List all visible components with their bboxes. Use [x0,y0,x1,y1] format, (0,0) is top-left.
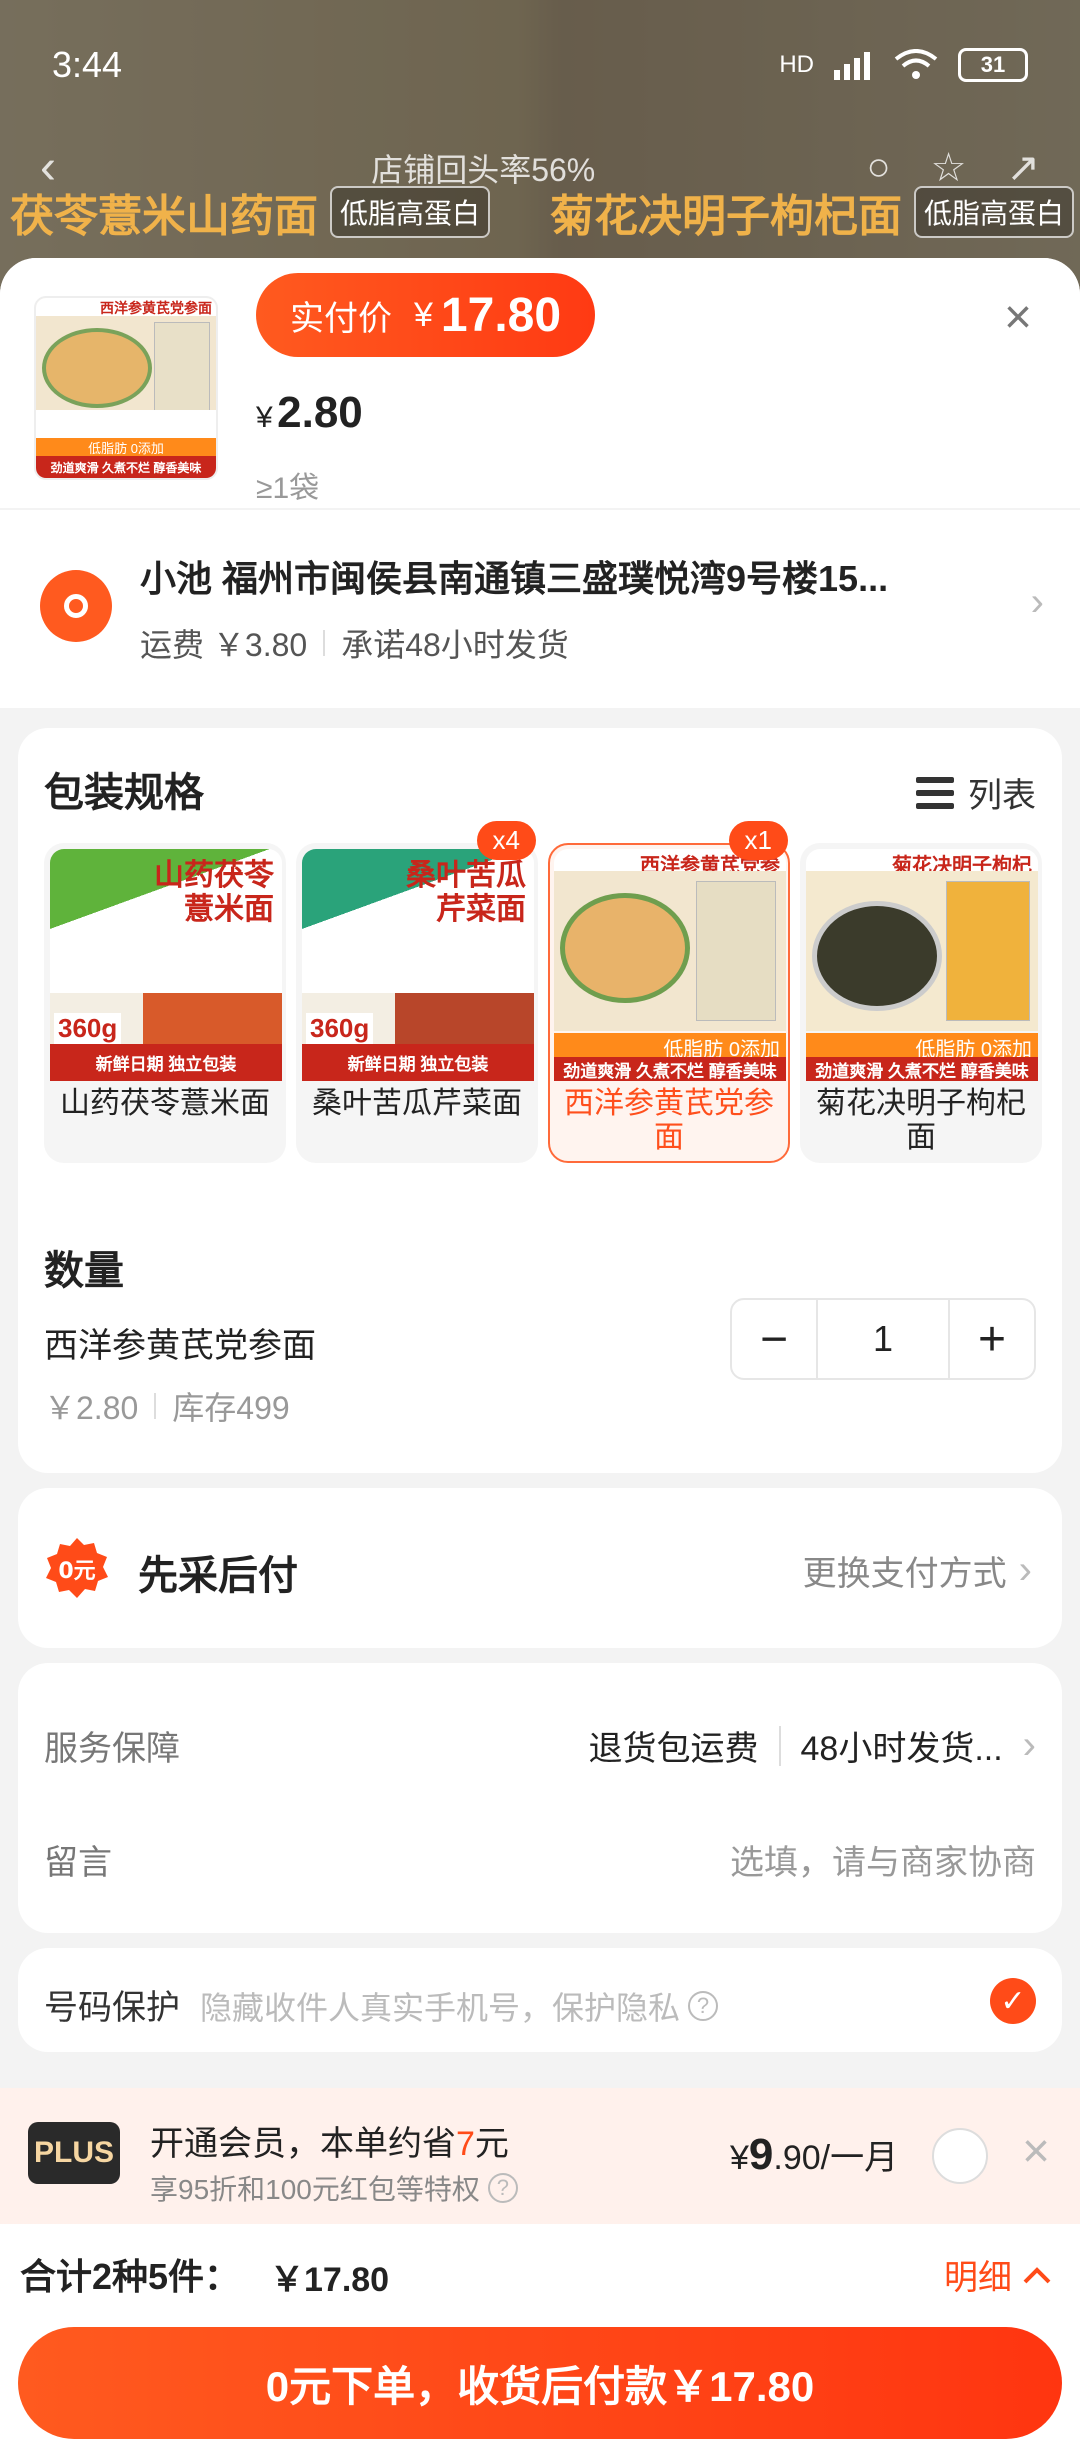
total-label: 合计2种5件： [20,2256,241,2297]
location-icon [40,570,112,642]
thumb-strip: 劲道爽滑 久煮不烂 醇香美味 [36,456,216,478]
network-label: HD [779,51,814,78]
spec-option-name: 西洋参黄芪党参面 [564,1087,774,1154]
thumb-tag: 低脂肪 0添加 [36,438,216,458]
chevron-right-icon: › [1030,580,1044,624]
quantity-title: 数量 [44,1249,124,1293]
spec-options: 山药茯苓 薏米面 360g 新鲜日期 独立包装 山药茯苓薏米面 x4 桑叶苦瓜 … [44,821,1042,1163]
plus-logo: PLUS [28,2122,120,2184]
thumb-title: 西洋参黄芪党参面 [36,298,216,316]
banner-title: 茯苓薏米山药面 [10,192,318,241]
message-input[interactable]: 选填，请与商家协商 [730,1835,1036,1884]
spec-option-image: 山药茯苓 薏米面 360g 新鲜日期 独立包装 [50,849,282,1081]
actual-price-pill: 实付价 ¥ 17.80 [256,273,596,357]
plus-title: 开通会员，本单约省7元 [150,2125,509,2163]
signal-icon [834,52,870,80]
number-protection-card: 号码保护 隐藏收件人真实手机号，保护隐私 ? ✓ [18,1948,1062,2052]
stock-count: 库存499 [172,1390,290,1426]
chevron-right-icon: › [1018,1548,1032,1592]
quantity-item-name: 西洋参黄芪党参面 [44,1327,316,1365]
battery-icon: 31 [958,48,1028,82]
sku-sheet: 西洋参黄芪党参面 低脂肪 0添加 劲道爽滑 久煮不烂 醇香美味 实付价 ¥ 17… [0,258,1080,2460]
total-amount: ￥17.80 [270,2261,390,2299]
status-time: 3:44 [52,44,123,85]
spec-option-name: 山药茯苓薏米面 [60,1087,270,1120]
divider [154,1393,157,1419]
decrease-button[interactable]: − [732,1300,816,1378]
svg-text:0元: 0元 [58,1559,95,1584]
quantity-stepper: − 1 + [730,1298,1036,1380]
shipping-promise: 承诺48小时发货 [341,627,569,663]
plus-price: ¥9.90/一月 [730,2130,899,2179]
quantity-value[interactable]: 1 [816,1300,950,1378]
service-card: 服务保障 退货包运费 48小时发货... › 留言 选填，请与商家协商 [18,1663,1062,1933]
min-quantity: ≥1袋 [256,472,320,505]
address-text: 小池 福州市闽侯县南通镇三盛璞悦湾9号楼15... [140,558,889,599]
checkbox-checked-icon[interactable]: ✓ [990,1978,1036,2024]
spec-card: 包装规格 列表 山药茯苓 薏米面 360g 新鲜日期 独立包装 山药茯苓薏米面 [18,728,1062,1473]
wifi-icon [894,49,938,79]
number-protection-desc: 隐藏收件人真实手机号，保护隐私 [200,1990,681,2026]
actual-price-label: 实付价 [290,299,392,338]
help-icon[interactable]: ? [688,1991,719,2021]
spec-option-image: 菊花决明子枸杞 低脂肪 0添加 劲道爽滑 久煮不烂 醇香美味 [806,849,1038,1081]
close-icon[interactable]: × [996,294,1040,342]
pay-later-icon: 0元 [46,1538,108,1598]
actual-price-amount: 17.80 [440,288,562,342]
sheet-header: 西洋参黄芪党参面 低脂肪 0添加 劲道爽滑 久煮不烂 醇香美味 实付价 ¥ 17… [0,258,1080,508]
spec-option[interactable]: 菊花决明子枸杞 低脂肪 0添加 劲道爽滑 久煮不烂 醇香美味 菊花决明子枸杞面 [800,843,1042,1163]
chevron-right-icon: › [1022,1723,1036,1767]
product-thumbnail[interactable]: 西洋参黄芪党参面 低脂肪 0添加 劲道爽滑 久煮不烂 醇香美味 [34,296,218,480]
increase-button[interactable]: + [950,1300,1034,1378]
spec-option[interactable]: x4 桑叶苦瓜 芹菜面 360g 新鲜日期 独立包装 桑叶苦瓜芹菜面 [296,821,538,1163]
divider [778,1725,781,1766]
spec-option-image: 桑叶苦瓜 芹菜面 360g 新鲜日期 独立包装 [302,849,534,1081]
free-return-shipping: 退货包运费 [588,1730,759,1768]
spec-option-selected[interactable]: x1 西洋参黄芪党参 低脂肪 0添加 劲道爽滑 久煮不烂 醇香美味 西洋参黄芪党… [548,821,790,1163]
service-guarantees[interactable]: 退货包运费 48小时发货... › [589,1721,1037,1770]
close-icon[interactable]: × [1022,2124,1050,2179]
list-icon [916,776,954,809]
list-view-toggle[interactable]: 列表 [916,768,1036,817]
help-icon[interactable]: ? [487,2173,518,2203]
submit-order-button[interactable]: 0元下单，收货后付款￥17.80 [18,2327,1062,2439]
banner-tag: 低脂高蛋白 [330,186,491,238]
plus-benefits: 享95折和100元红包等特权 [150,2174,480,2205]
spec-option-name: 桑叶苦瓜芹菜面 [312,1087,522,1120]
shipping-fee: 运费 ￥3.80 [140,627,308,663]
address-row[interactable]: 小池 福州市闽侯县南通镇三盛璞悦湾9号楼15... 运费 ￥3.80 承诺48小… [0,508,1080,708]
quantity-badge: x4 [476,821,536,860]
detail-toggle[interactable]: 明细 [944,2250,1052,2299]
plus-select-radio[interactable] [932,2128,988,2184]
status-bar: 3:44 HD 31 [52,40,1028,90]
quantity-item-price: ￥2.80 [44,1390,139,1426]
change-payment-link[interactable]: 更换支付方式 › [803,1546,1032,1595]
quantity-badge: x1 [728,821,788,860]
chevron-up-icon [1023,2266,1051,2283]
background-banner: 茯苓薏米山药面 低脂高蛋白 菊花决明子枸杞面 低脂高蛋白 [0,180,1080,244]
payment-method-card[interactable]: 0元 先采后付 更换支付方式 › [18,1488,1062,1648]
payment-method-label: 先采后付 [138,1554,298,1598]
spec-option[interactable]: 山药茯苓 薏米面 360g 新鲜日期 独立包装 山药茯苓薏米面 [44,843,286,1163]
unit-price: ¥ 2.80 [256,388,363,437]
spec-option-name: 菊花决明子枸杞面 [816,1087,1026,1154]
number-protection-label: 号码保护 [44,1989,180,2027]
shipping-48h: 48小时发货... [800,1730,1003,1768]
spec-title: 包装规格 [44,771,204,815]
spec-option-image: 西洋参黄芪党参 低脂肪 0添加 劲道爽滑 久煮不烂 醇香美味 [554,849,786,1081]
banner-tag: 低脂高蛋白 [914,186,1075,238]
divider [323,630,326,656]
bottom-action-bar: 0元下单，收货后付款￥17.80 [0,2319,1080,2460]
total-bar: 合计2种5件： ￥17.80 明细 [0,2224,1080,2319]
plus-membership-bar: PLUS 开通会员，本单约省7元 享95折和100元红包等特权 ? ¥9.90/… [0,2088,1080,2226]
banner-title: 菊花决明子枸杞面 [550,192,902,241]
message-label: 留言 [44,1844,112,1882]
service-label: 服务保障 [44,1730,180,1768]
